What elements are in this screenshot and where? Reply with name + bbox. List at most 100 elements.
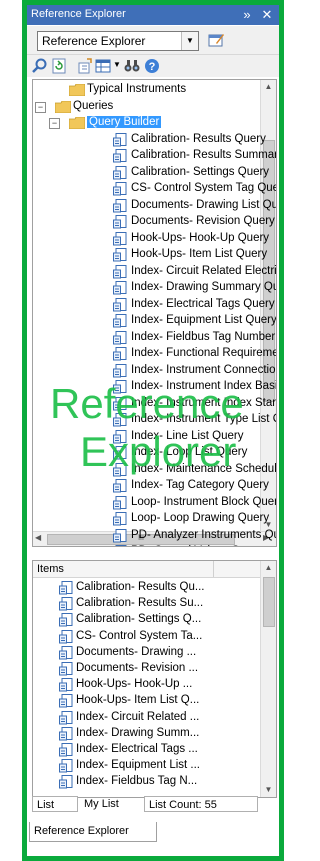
tree-query-item[interactable]: CS- Control System Tag Query: [33, 181, 276, 197]
tree-query-item[interactable]: Index- Circuit Related Electrical: [33, 264, 276, 280]
items-column-header[interactable]: Items: [37, 563, 64, 575]
query-icon: [113, 182, 127, 196]
tree-query-item[interactable]: Loop- Loop Drawing Query: [33, 511, 269, 527]
query-icon: [113, 215, 127, 229]
list-item[interactable]: Hook-Ups- Item List Q...: [33, 693, 259, 709]
tree-query-item[interactable]: Calibration- Settings Query: [33, 165, 269, 181]
tree-folder-item[interactable]: − Query Builder: [33, 115, 259, 131]
view-grid-icon[interactable]: [95, 57, 113, 75]
list-item-label: Calibration- Results Qu...: [76, 581, 205, 593]
tree-item-label: Index- Instrument Connection P: [131, 363, 277, 376]
folder-icon: [69, 84, 85, 96]
tree-query-item[interactable]: Index- Instrument Index Basic Q: [33, 379, 276, 395]
tree-query-item[interactable]: Documents- Drawing List Query: [33, 198, 276, 214]
list-item[interactable]: Index- Drawing Summ...: [33, 726, 259, 742]
list-item[interactable]: Index- Fieldbus Tag N...: [33, 774, 259, 790]
query-icon: [59, 662, 73, 676]
query-icon: [59, 710, 73, 725]
list-item[interactable]: Index- Circuit Related ...: [33, 710, 259, 726]
list-item[interactable]: Hook-Ups- Hook-Up ...: [33, 677, 259, 693]
list-item-label: Index- Fieldbus Tag N...: [76, 775, 198, 788]
tree-item-label: Index- Functional Requirement: [131, 347, 277, 359]
tree-item-label: Index- Instrument Index Standar: [131, 396, 276, 409]
list-item[interactable]: Index- Equipment List ...: [33, 758, 259, 774]
tree-query-item[interactable]: Index- Drawing Summary Query: [33, 280, 276, 296]
tree-query-item[interactable]: Loop- Instrument Block Query: [33, 495, 276, 511]
query-icon: [59, 613, 73, 627]
action-toolbar: ▼ ?: [27, 55, 279, 77]
collapse-button[interactable]: »: [239, 7, 255, 23]
query-icon: [59, 759, 73, 773]
tree-query-item[interactable]: PD- Analyzer Instruments Query: [33, 528, 276, 544]
tree-query-item[interactable]: Calibration- Results Summary Qu: [33, 148, 276, 164]
list-item[interactable]: Calibration- Results Su...: [33, 596, 259, 612]
reference-tree[interactable]: ▲ ▼ ◀ III ▶ Typical Instruments − Queries −…: [32, 79, 277, 547]
tree-query-item[interactable]: Index- Equipment List Query: [33, 313, 276, 329]
list-count: List Count: 55: [144, 796, 258, 812]
tree-query-item[interactable]: Index- Line List Query: [33, 429, 259, 445]
view-dropdown-icon[interactable]: ▼: [113, 60, 121, 69]
tree-query-item[interactable]: Documents- Revision Query: [33, 214, 275, 230]
tree-item-label: PD- Analyzer Instruments Query: [131, 528, 276, 541]
folder-icon: [55, 100, 71, 113]
tree-item-label: Index- Fieldbus Tag Number Qu: [131, 330, 276, 343]
tree-item-label: Queries: [73, 99, 114, 112]
query-icon: [113, 429, 127, 443]
query-icon: [113, 347, 127, 361]
query-icon: [113, 446, 127, 460]
tree-folder-item[interactable]: Typical Instruments: [33, 82, 259, 98]
list-scroll-thumb[interactable]: [263, 577, 275, 627]
tree-folder-item[interactable]: − Queries: [33, 99, 259, 115]
collapse-toggle-icon[interactable]: −: [49, 118, 60, 129]
tree-query-item[interactable]: Hook-Ups- Hook-Up Query: [33, 231, 269, 247]
help-icon[interactable]: ?: [143, 57, 161, 75]
tree-query-item[interactable]: Index- Functional Requirement: [33, 346, 276, 362]
find-binoculars-icon[interactable]: [123, 57, 141, 75]
column-separator[interactable]: [213, 561, 214, 577]
refresh-icon[interactable]: [50, 57, 68, 75]
query-icon: [113, 149, 127, 163]
list-item[interactable]: CS- Control System Ta...: [33, 629, 259, 645]
tree-query-item[interactable]: Index- Maintenance Schedule (: [33, 462, 276, 478]
list-item[interactable]: Documents- Revision ...: [33, 661, 259, 677]
list-item[interactable]: Index- Electrical Tags ...: [33, 742, 259, 758]
close-button[interactable]: ✕: [259, 7, 275, 23]
tree-query-item[interactable]: Index- Tag Category Query: [33, 478, 269, 494]
items-list[interactable]: Items ▲ ▼ Calibration- Results Qu... Cali…: [32, 560, 277, 798]
tab-reference-explorer[interactable]: Reference Explorer: [29, 822, 157, 842]
tree-query-item[interactable]: Index- Instrument Type List Que: [33, 412, 276, 428]
tree-item-label: Index- Tag Category Query: [131, 479, 269, 491]
tree-query-item[interactable]: Index- Instrument Connection P: [33, 363, 276, 379]
tree-item-label: Index- Line List Query: [131, 429, 244, 442]
explorer-select[interactable]: Reference Explorer ▼: [37, 31, 199, 51]
title-bar: Reference Explorer » ✕: [27, 5, 279, 25]
list-item[interactable]: Calibration- Settings Q...: [33, 612, 259, 628]
query-icon: [113, 314, 127, 328]
tree-query-item[interactable]: PD- Control Valves Query: [33, 544, 262, 546]
properties-icon[interactable]: [207, 31, 225, 49]
search-icon[interactable]: [31, 57, 49, 75]
list-item-label: Documents- Drawing ...: [76, 645, 197, 658]
list-vertical-scrollbar[interactable]: ▲ ▼: [260, 561, 276, 797]
tab-list[interactable]: List: [32, 796, 78, 812]
tab-my-list[interactable]: My List: [80, 796, 142, 812]
chevron-down-icon[interactable]: ▼: [181, 32, 198, 50]
list-item[interactable]: Documents- Drawing ...: [33, 645, 259, 661]
list-item[interactable]: Calibration- Results Qu...: [33, 580, 259, 596]
list-scroll-down-icon[interactable]: ▼: [261, 783, 276, 797]
tree-query-item[interactable]: Calibration- Results Query: [33, 132, 266, 148]
list-item-label: Hook-Ups- Hook-Up ...: [76, 678, 193, 691]
tree-query-item[interactable]: Hook-Ups- Item List Query: [33, 247, 267, 263]
list-scroll-up-icon[interactable]: ▲: [261, 561, 276, 575]
list-item-label: Calibration- Results Su...: [76, 597, 204, 610]
tree-query-item[interactable]: Index- Electrical Tags Query: [33, 297, 275, 313]
tree-item-label: Documents- Revision Query: [131, 215, 275, 227]
collapse-toggle-icon[interactable]: −: [35, 101, 46, 113]
tree-query-item[interactable]: Index- Instrument Index Standar: [33, 396, 276, 412]
tree-query-item[interactable]: Index- Loop List Query: [33, 445, 259, 461]
tree-item-label: Hook-Ups- Item List Query: [131, 248, 268, 260]
scroll-up-icon[interactable]: ▲: [261, 80, 276, 94]
new-query-icon[interactable]: [77, 57, 95, 75]
tree-query-item[interactable]: Index- Fieldbus Tag Number Qu: [33, 330, 276, 346]
items-list-header[interactable]: Items: [33, 561, 261, 578]
